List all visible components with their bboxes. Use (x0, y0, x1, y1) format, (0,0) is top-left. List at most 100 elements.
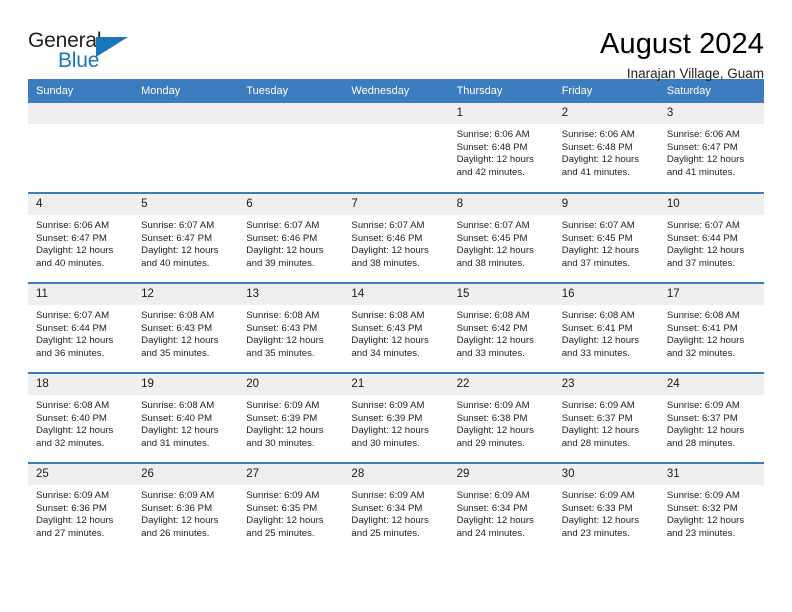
daylight-duration-line2: and 40 minutes. (141, 257, 210, 269)
calendar-week-row: 11 Sunrise: 6:07 AM Sunset: 6:44 PM Dayligh… (28, 282, 764, 373)
calendar-day-cell[interactable]: 1 Sunrise: 6:06 AM Sunset: 6:48 PM Daylight… (448, 103, 554, 193)
daylight-duration-line1: Daylight: 12 hours (351, 515, 429, 527)
calendar-day-cell[interactable]: 20 Sunrise: 6:09 AM Sunset: 6:39 PM Dayligh… (238, 372, 344, 463)
calendar-day-cell[interactable]: 10 Sunrise: 6:07 AM Sunset: 6:44 PM Dayligh… (658, 192, 764, 283)
calendar-week-row: 25 Sunrise: 6:09 AM Sunset: 6:36 PM Dayligh… (28, 462, 764, 553)
calendar-day-cell[interactable]: 5 Sunrise: 6:07 AM Sunset: 6:47 PM Daylight… (133, 192, 239, 283)
calendar-day-cell-empty (238, 103, 344, 193)
day-number: 9 (553, 194, 659, 215)
calendar-day-cell[interactable]: 24 Sunrise: 6:09 AM Sunset: 6:37 PM Dayligh… (658, 372, 764, 463)
sunrise-time: Sunrise: 6:09 AM (561, 490, 635, 501)
calendar-day-cell[interactable]: 2 Sunrise: 6:06 AM Sunset: 6:48 PM Daylight… (553, 103, 659, 193)
calendar-day-cell[interactable]: 21 Sunrise: 6:09 AM Sunset: 6:39 PM Dayligh… (343, 372, 449, 463)
calendar-day-cell[interactable]: 27 Sunrise: 6:09 AM Sunset: 6:35 PM Dayligh… (238, 462, 344, 553)
weekday-header-tuesday: Tuesday (238, 79, 344, 103)
sunrise-time: Sunrise: 6:08 AM (561, 310, 635, 321)
sunset-time: Sunset: 6:36 PM (141, 502, 213, 514)
sunrise-time: Sunrise: 6:09 AM (141, 490, 215, 501)
sunset-time: Sunset: 6:47 PM (666, 141, 738, 153)
daylight-duration-line2: and 28 minutes. (666, 437, 736, 449)
calendar-day-cell[interactable]: 16 Sunrise: 6:08 AM Sunset: 6:41 PM Dayligh… (553, 282, 659, 373)
day-details: Sunrise: 6:09 AM Sunset: 6:33 PM Daylight:… (554, 485, 659, 540)
sunrise-time: Sunrise: 6:09 AM (36, 490, 110, 501)
calendar-day-cell[interactable]: 7 Sunrise: 6:07 AM Sunset: 6:46 PM Daylight… (343, 192, 449, 283)
calendar-day-cell[interactable]: 8 Sunrise: 6:07 AM Sunset: 6:45 PM Daylight… (448, 192, 554, 283)
calendar-week-row: 1 Sunrise: 6:06 AM Sunset: 6:48 PM Daylight… (28, 103, 764, 193)
day-details: Sunrise: 6:09 AM Sunset: 6:34 PM Daylight:… (343, 485, 448, 540)
day-number: 12 (133, 284, 239, 305)
daylight-duration-line1: Daylight: 12 hours (246, 245, 324, 257)
daylight-duration-line2: and 29 minutes. (456, 437, 525, 449)
calendar-day-cell-empty (343, 103, 449, 193)
sunrise-time: Sunrise: 6:07 AM (666, 220, 740, 231)
day-number: 18 (28, 374, 134, 395)
calendar-day-cell[interactable]: 31 Sunrise: 6:09 AM Sunset: 6:32 PM Dayligh… (658, 462, 764, 553)
daylight-duration-line2: and 27 minutes. (36, 527, 105, 539)
calendar-page: General Blue August 2024 Inarajan Villag… (0, 0, 792, 612)
calendar-day-cell[interactable]: 13 Sunrise: 6:08 AM Sunset: 6:43 PM Dayligh… (238, 282, 344, 373)
day-number: 29 (448, 464, 554, 485)
sunrise-time: Sunrise: 6:07 AM (561, 220, 635, 231)
calendar-body: 1 Sunrise: 6:06 AM Sunset: 6:48 PM Daylight… (28, 103, 764, 553)
sunset-time: Sunset: 6:43 PM (246, 322, 318, 334)
daylight-duration-line2: and 30 minutes. (351, 437, 420, 449)
sunset-time: Sunset: 6:48 PM (456, 141, 528, 153)
sunrise-time: Sunrise: 6:08 AM (456, 310, 530, 321)
daylight-duration-line1: Daylight: 12 hours (141, 425, 219, 437)
sunrise-time: Sunrise: 6:09 AM (351, 490, 425, 501)
daylight-duration-line1: Daylight: 12 hours (141, 335, 219, 347)
weekday-header-row: Sunday Monday Tuesday Wednesday Thursday… (28, 79, 764, 103)
calendar-day-cell[interactable]: 19 Sunrise: 6:08 AM Sunset: 6:40 PM Dayligh… (133, 372, 239, 463)
calendar-day-cell[interactable]: 9 Sunrise: 6:07 AM Sunset: 6:45 PM Daylight… (553, 192, 659, 283)
day-details: Sunrise: 6:09 AM Sunset: 6:35 PM Daylight:… (238, 485, 343, 540)
calendar-day-cell[interactable]: 28 Sunrise: 6:09 AM Sunset: 6:34 PM Dayligh… (343, 462, 449, 553)
day-number: 28 (343, 464, 449, 485)
calendar-day-cell[interactable]: 23 Sunrise: 6:09 AM Sunset: 6:37 PM Dayligh… (553, 372, 659, 463)
day-number: 17 (658, 284, 764, 305)
general-blue-logo: General Blue (28, 28, 138, 76)
day-number (133, 103, 239, 124)
daylight-duration-line2: and 25 minutes. (351, 527, 420, 539)
calendar-day-cell[interactable]: 25 Sunrise: 6:09 AM Sunset: 6:36 PM Dayligh… (28, 462, 134, 553)
day-number: 24 (658, 374, 764, 395)
daylight-duration-line2: and 38 minutes. (351, 257, 420, 269)
day-number: 15 (448, 284, 554, 305)
day-details: Sunrise: 6:08 AM Sunset: 6:43 PM Daylight:… (238, 305, 343, 360)
sunset-time: Sunset: 6:43 PM (141, 322, 213, 334)
weekday-header-friday: Friday (553, 79, 659, 103)
sunrise-sunset-calendar: Sunday Monday Tuesday Wednesday Thursday… (28, 79, 764, 553)
day-details: Sunrise: 6:07 AM Sunset: 6:46 PM Daylight:… (238, 215, 343, 270)
calendar-day-cell[interactable]: 17 Sunrise: 6:08 AM Sunset: 6:41 PM Dayligh… (658, 282, 764, 373)
day-details: Sunrise: 6:08 AM Sunset: 6:40 PM Daylight:… (133, 395, 238, 450)
sunset-time: Sunset: 6:34 PM (456, 502, 528, 514)
calendar-day-cell[interactable]: 3 Sunrise: 6:06 AM Sunset: 6:47 PM Daylight… (658, 103, 764, 193)
sunset-time: Sunset: 6:46 PM (246, 232, 318, 244)
sunrise-time: Sunrise: 6:08 AM (246, 310, 320, 321)
calendar-day-cell[interactable]: 30 Sunrise: 6:09 AM Sunset: 6:33 PM Dayligh… (553, 462, 659, 553)
calendar-day-cell[interactable]: 4 Sunrise: 6:06 AM Sunset: 6:47 PM Daylight… (28, 192, 134, 283)
day-number: 23 (553, 374, 659, 395)
daylight-duration-line1: Daylight: 12 hours (456, 515, 534, 527)
day-number: 13 (238, 284, 344, 305)
sunset-time: Sunset: 6:47 PM (141, 232, 213, 244)
calendar-day-cell[interactable]: 22 Sunrise: 6:09 AM Sunset: 6:38 PM Dayligh… (448, 372, 554, 463)
sunset-time: Sunset: 6:43 PM (351, 322, 423, 334)
calendar-day-cell[interactable]: 26 Sunrise: 6:09 AM Sunset: 6:36 PM Dayligh… (133, 462, 239, 553)
daylight-duration-line2: and 23 minutes. (666, 527, 736, 539)
sunrise-time: Sunrise: 6:06 AM (456, 129, 530, 140)
sunset-time: Sunset: 6:37 PM (666, 412, 738, 424)
daylight-duration-line1: Daylight: 12 hours (351, 245, 429, 257)
daylight-duration-line2: and 32 minutes. (666, 347, 736, 359)
calendar-day-cell[interactable]: 6 Sunrise: 6:07 AM Sunset: 6:46 PM Daylight… (238, 192, 344, 283)
calendar-day-cell[interactable]: 11 Sunrise: 6:07 AM Sunset: 6:44 PM Dayligh… (28, 282, 134, 373)
calendar-day-cell[interactable]: 12 Sunrise: 6:08 AM Sunset: 6:43 PM Dayligh… (133, 282, 239, 373)
calendar-day-cell[interactable]: 14 Sunrise: 6:08 AM Sunset: 6:43 PM Dayligh… (343, 282, 449, 373)
calendar-day-cell[interactable]: 29 Sunrise: 6:09 AM Sunset: 6:34 PM Dayligh… (448, 462, 554, 553)
calendar-day-cell[interactable]: 15 Sunrise: 6:08 AM Sunset: 6:42 PM Dayligh… (448, 282, 554, 373)
day-details: Sunrise: 6:08 AM Sunset: 6:42 PM Daylight:… (449, 305, 554, 360)
sunrise-time: Sunrise: 6:08 AM (141, 310, 215, 321)
day-details: Sunrise: 6:07 AM Sunset: 6:47 PM Daylight:… (133, 215, 238, 270)
daylight-duration-line1: Daylight: 12 hours (36, 425, 114, 437)
calendar-day-cell[interactable]: 18 Sunrise: 6:08 AM Sunset: 6:40 PM Dayligh… (28, 372, 134, 463)
daylight-duration-line1: Daylight: 12 hours (246, 515, 324, 527)
